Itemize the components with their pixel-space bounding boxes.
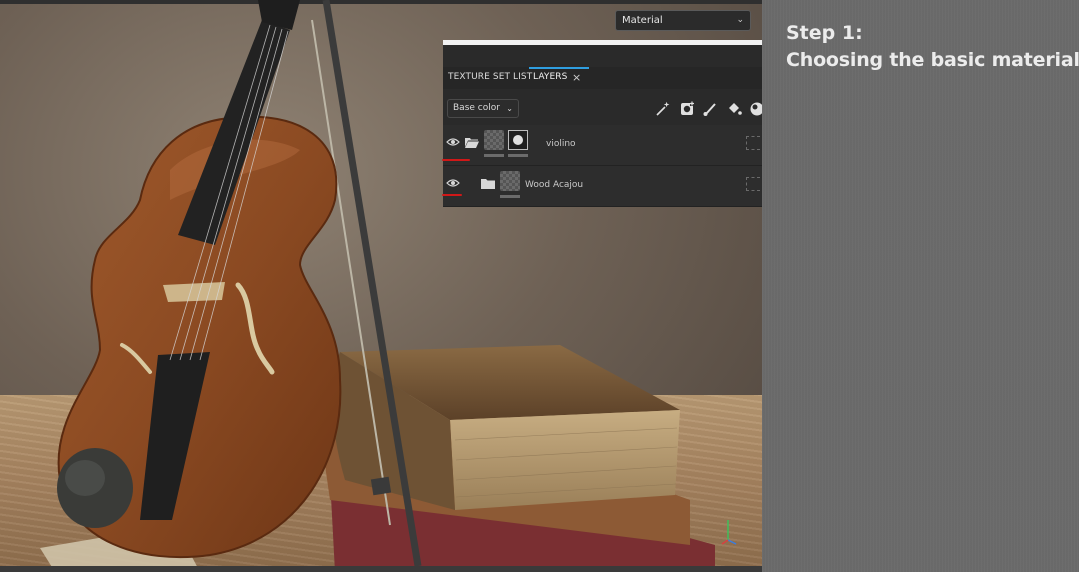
chevron-down-icon: ⌄: [736, 15, 744, 25]
info-panel: Step 1: Choosing the basic material: [762, 0, 1079, 572]
eye-icon[interactable]: [446, 177, 460, 189]
layers-panel: TEXTURE SET LIST LAYERS × Base color ⌄ v…: [442, 40, 762, 207]
eye-icon[interactable]: [446, 136, 460, 148]
folder-open-icon[interactable]: [465, 137, 479, 148]
channel-dropdown[interactable]: Base color ⌄: [447, 99, 519, 118]
layer-row-wood-acajou[interactable]: Wood Acajou: [442, 166, 762, 207]
material-mode-value: Material: [622, 15, 663, 26]
layer-name: violino: [546, 139, 576, 149]
layer-blend-slot[interactable]: [746, 177, 760, 191]
violin: [57, 0, 342, 559]
3d-viewport[interactable]: Material ⌄ TEXTURE SET LIST LAYERS × Bas…: [0, 0, 762, 572]
channel-dropdown-value: Base color: [453, 103, 500, 113]
paint-brush-icon[interactable]: [702, 101, 718, 117]
magic-wand-icon[interactable]: [654, 101, 670, 117]
step-title: Step 1:: [786, 22, 863, 44]
red-annotation-mark: [442, 159, 470, 161]
red-annotation-mark: [442, 194, 462, 196]
layer-thumbnail[interactable]: [484, 130, 504, 150]
layer-thumbnail-bar: [484, 154, 504, 157]
layer-thumbnail-bar: [500, 195, 520, 198]
close-icon[interactable]: ×: [572, 71, 581, 84]
layer-mask-bar: [508, 154, 528, 157]
axis-gizmo: [721, 520, 737, 545]
active-tab-indicator: [529, 67, 589, 69]
step-subtitle: Choosing the basic material: [786, 49, 1079, 71]
layer-blend-slot[interactable]: [746, 136, 760, 150]
layer-thumbnail[interactable]: [500, 171, 520, 191]
chevron-down-icon: ⌄: [506, 104, 513, 113]
material-sphere-icon[interactable]: [749, 101, 762, 117]
fill-bucket-icon[interactable]: [726, 101, 742, 117]
add-mask-icon[interactable]: [679, 101, 695, 117]
violin-bridge: [163, 282, 225, 302]
viewport-bottom-strip: [0, 566, 762, 572]
layer-mask-thumbnail[interactable]: [508, 130, 528, 150]
tab-layers[interactable]: LAYERS: [533, 72, 567, 82]
top-book-pages: [450, 410, 680, 510]
folder-icon[interactable]: [481, 178, 495, 189]
material-mode-dropdown[interactable]: Material ⌄: [615, 10, 751, 31]
layer-row-violino[interactable]: violino: [442, 125, 762, 166]
layer-name: Wood Acajou: [525, 180, 584, 190]
tab-texture-set-list[interactable]: TEXTURE SET LIST: [448, 72, 532, 82]
